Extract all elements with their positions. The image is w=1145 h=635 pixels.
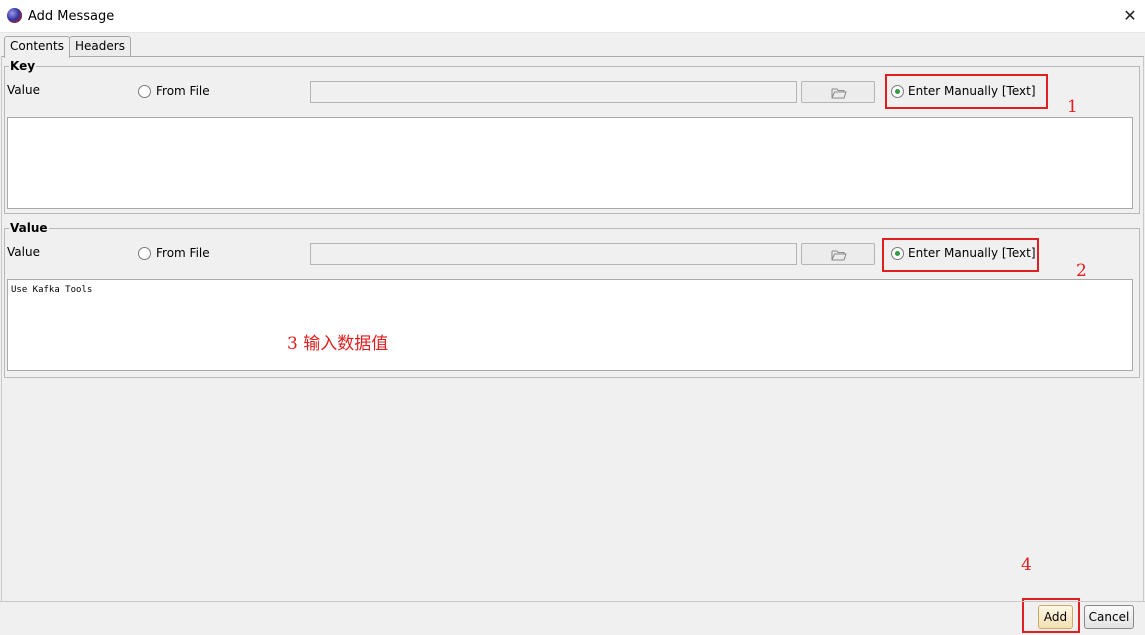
value-browse-button[interactable]	[801, 243, 875, 265]
tab-contents-label: Contents	[10, 39, 64, 53]
tab-headers[interactable]: Headers	[69, 36, 131, 57]
window-title: Add Message	[28, 9, 115, 24]
tab-headers-label: Headers	[75, 39, 125, 53]
annotation-step-2: 2	[1076, 261, 1087, 281]
app-icon	[7, 8, 22, 23]
key-value-label: Value	[7, 83, 40, 97]
key-panel-legend: Key	[9, 58, 37, 74]
value-from-file-label: From File	[156, 246, 210, 260]
annotation-box-2	[882, 238, 1039, 272]
close-icon: ✕	[1123, 6, 1137, 25]
add-button[interactable]: Add	[1038, 605, 1073, 629]
cancel-button[interactable]: Cancel	[1084, 605, 1134, 629]
value-text-area[interactable]: Use Kafka Tools	[7, 279, 1133, 371]
value-file-path-field[interactable]	[310, 243, 797, 265]
tab-contents[interactable]: Contents	[4, 36, 70, 58]
annotation-step-3: 3 输入数据值	[287, 334, 389, 354]
key-from-file-radio[interactable]	[138, 85, 151, 98]
close-button[interactable]: ✕	[1115, 0, 1145, 33]
folder-open-icon	[831, 88, 847, 99]
folder-open-icon	[831, 250, 847, 261]
key-file-path-field[interactable]	[310, 81, 797, 103]
annotation-step-4: 4	[1021, 555, 1032, 575]
value-value-label: Value	[7, 245, 40, 259]
key-from-file-label: From File	[156, 84, 210, 98]
annotation-step-1: 1	[1067, 97, 1078, 117]
value-from-file-radio[interactable]	[138, 247, 151, 260]
value-panel-legend: Value	[9, 220, 49, 236]
key-text-area[interactable]	[7, 117, 1133, 209]
title-bar: Add Message ✕	[0, 0, 1145, 33]
key-browse-button[interactable]	[801, 81, 875, 103]
button-bar-divider	[0, 601, 1145, 602]
annotation-box-1	[885, 74, 1048, 109]
